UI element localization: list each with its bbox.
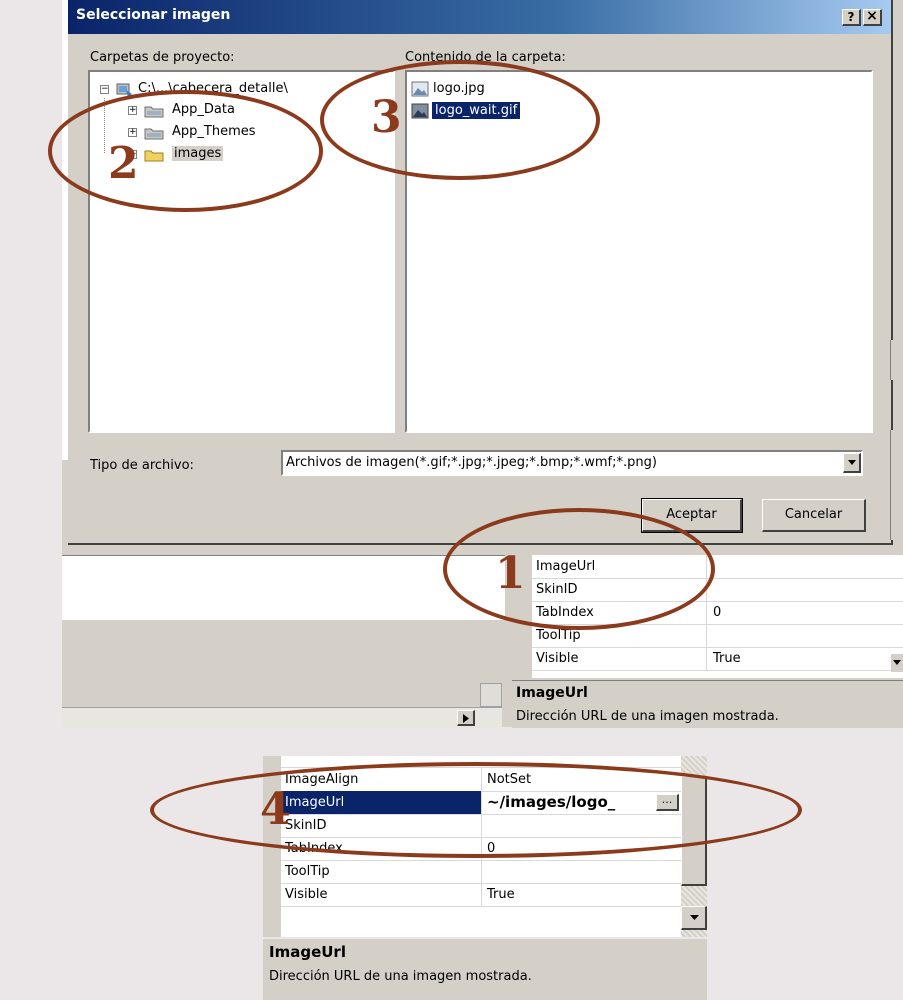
filetype-value: Archivos de imagen(*.gif;*.jpg;*.jpeg;*.… — [286, 455, 657, 470]
dropdown-button[interactable] — [843, 453, 861, 473]
chevron-right-icon — [463, 714, 469, 723]
image-file-icon — [411, 81, 429, 97]
collapse-icon[interactable]: − — [100, 85, 109, 94]
property-value[interactable] — [481, 814, 487, 837]
scroll-down-button[interactable] — [681, 906, 707, 930]
ok-button[interactable]: Aceptar — [641, 498, 743, 533]
annotation-number-1: 1 — [495, 548, 526, 599]
folders-label: Carpetas de proyecto: — [90, 50, 235, 65]
description-text: Dirección URL de una imagen mostrada. — [269, 969, 532, 984]
property-row-imageurl-selected[interactable]: ImageUrl ~/images/logo_ ... — [281, 791, 681, 815]
properties-grid-bottom: ImageAlign NotSet ImageUrl ~/images/logo… — [263, 756, 707, 937]
chevron-down-icon — [690, 915, 699, 920]
property-row-skinid[interactable]: SkinID — [532, 578, 903, 602]
folder-tree[interactable]: − C:\...\cabecera_detalle\ + App_Data + — [88, 70, 395, 433]
property-value[interactable]: 0 — [707, 601, 721, 624]
property-value[interactable]: NotSet — [481, 768, 531, 791]
property-value[interactable] — [707, 624, 713, 647]
close-icon: × — [866, 8, 878, 24]
property-value[interactable] — [481, 860, 487, 883]
property-name: ImageAlign — [281, 768, 482, 791]
filetype-label: Tipo de archivo: — [90, 458, 194, 473]
property-name: SkinID — [532, 578, 707, 601]
annotation-number-4: 4 — [260, 784, 291, 835]
properties-grid-top: ImageUrl SkinID TabIndex 0 ToolTip Visib… — [512, 555, 903, 678]
property-name: ImageUrl — [532, 555, 707, 578]
property-value[interactable]: True — [481, 883, 515, 906]
property-name: ToolTip — [281, 860, 482, 883]
vertical-scrollbar[interactable] — [681, 756, 707, 937]
tree-item-label: App_Data — [172, 102, 235, 117]
cancel-button[interactable]: Cancelar — [762, 499, 866, 532]
tree-item-label: App_Themes — [172, 124, 256, 139]
ok-label: Aceptar — [666, 507, 717, 522]
dialog-title: Seleccionar imagen — [76, 7, 231, 23]
ide-right-scroll-top[interactable] — [890, 340, 903, 380]
property-name: ImageUrl — [281, 791, 482, 814]
help-icon: ? — [847, 10, 855, 24]
property-row-partial — [281, 744, 681, 768]
property-row-tooltip[interactable]: ToolTip — [532, 624, 903, 648]
property-name: Visible — [281, 883, 482, 906]
ellipsis-button[interactable]: ... — [656, 794, 679, 811]
scroll-right-button[interactable] — [457, 710, 475, 726]
file-name: logo.jpg — [433, 81, 485, 96]
property-description-top: ImageUrl Dirección URL de una imagen mos… — [512, 680, 903, 728]
description-title: ImageUrl — [269, 943, 346, 961]
close-button[interactable]: × — [863, 9, 882, 26]
scroll-down-arrow[interactable] — [891, 654, 903, 672]
file-name-selected: logo_wait.gif — [432, 102, 521, 119]
property-name: ToolTip — [532, 624, 707, 647]
folder-icon — [144, 128, 164, 140]
folder-contents-list[interactable]: logo.jpg logo_wait.gif — [405, 70, 873, 433]
expand-icon[interactable]: + — [128, 106, 137, 115]
expand-icon[interactable]: + — [128, 128, 137, 137]
property-value[interactable]: 0 — [481, 837, 495, 860]
property-value[interactable] — [707, 578, 713, 601]
property-name: SkinID — [281, 814, 482, 837]
property-row-imageurl[interactable]: ImageUrl — [532, 555, 903, 579]
ellipsis-icon: ... — [661, 793, 673, 806]
tree-root-label: C:\...\cabecera_detalle\ — [138, 81, 288, 96]
property-row-skinid[interactable]: SkinID — [281, 814, 681, 838]
ide-editor-area — [62, 555, 505, 622]
chevron-down-icon — [893, 660, 901, 665]
ide-right-scroll-bottom[interactable] — [890, 430, 903, 540]
property-description-bottom: ImageUrl Dirección URL de una imagen mos… — [263, 939, 707, 1000]
property-row-tabindex[interactable]: TabIndex 0 — [532, 601, 903, 625]
property-row-imagealign[interactable]: ImageAlign NotSet — [281, 768, 681, 792]
property-value[interactable] — [707, 555, 713, 578]
property-name: Visible — [532, 647, 707, 670]
contents-label: Contenido de la carpeta: — [405, 50, 566, 65]
help-button[interactable]: ? — [842, 9, 861, 26]
description-text: Dirección URL de una imagen mostrada. — [516, 709, 779, 724]
project-icon — [116, 83, 132, 97]
property-value[interactable]: ~/images/logo_ — [481, 791, 615, 814]
property-name: TabIndex — [532, 601, 707, 624]
property-row-tooltip[interactable]: ToolTip — [281, 860, 681, 884]
ide-hscroll[interactable] — [62, 707, 502, 728]
tree-connector — [104, 98, 106, 153]
tree-item-label: images — [172, 146, 224, 161]
property-value[interactable]: True — [707, 647, 741, 670]
select-image-dialog: Seleccionar imagen ? × Carpetas de proye… — [68, 0, 893, 545]
dialog-title-bar[interactable]: Seleccionar imagen ? × — [68, 0, 891, 34]
folder-icon — [144, 106, 164, 118]
scroll-thumb[interactable] — [681, 776, 707, 886]
property-name: TabIndex — [281, 837, 482, 860]
chevron-down-icon — [848, 460, 856, 465]
description-title: ImageUrl — [516, 685, 588, 701]
property-row-visible[interactable]: Visible True — [532, 647, 903, 671]
annotation-number-3: 3 — [371, 92, 402, 143]
cancel-label: Cancelar — [784, 507, 843, 522]
folder-icon — [144, 150, 164, 162]
ide-scrollbar[interactable] — [480, 683, 502, 707]
annotation-number-2: 2 — [108, 138, 139, 189]
property-row-tabindex[interactable]: TabIndex 0 — [281, 837, 681, 861]
property-row-visible[interactable]: Visible True — [281, 883, 681, 907]
filetype-select[interactable]: Archivos de imagen(*.gif;*.jpg;*.jpeg;*.… — [281, 450, 863, 476]
image-file-icon — [411, 103, 429, 119]
